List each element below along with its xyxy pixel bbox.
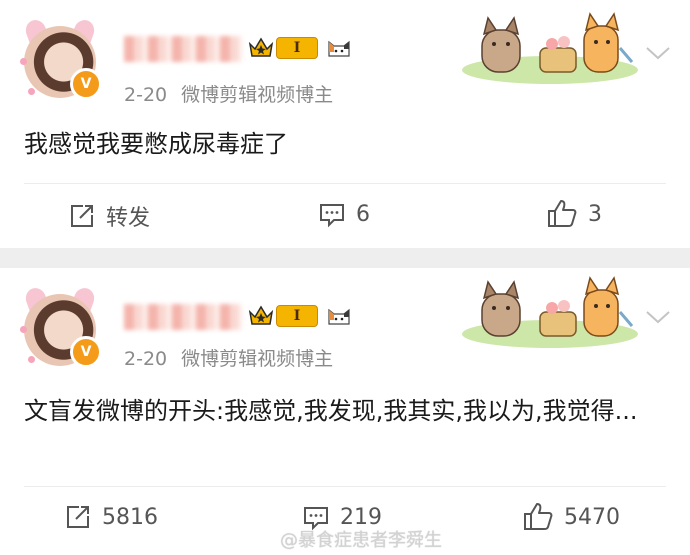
heart-decoration <box>20 326 27 333</box>
level-badge: I <box>276 305 318 327</box>
thumbs-up-icon <box>548 200 577 227</box>
watermark: @暴食症患者李舜生 <box>280 530 442 551</box>
like-count: 3 <box>588 201 602 227</box>
post-meta: 2-20 微博剪辑视频博主 <box>124 344 333 371</box>
post-date: 2-20 <box>124 348 168 370</box>
post-meta: 2-20 微博剪辑视频博主 <box>124 80 333 107</box>
cat-emoji-icon <box>328 40 350 57</box>
like-button[interactable]: 3 <box>546 198 602 230</box>
divider <box>24 486 666 487</box>
repost-icon <box>71 205 93 227</box>
username-blurred[interactable] <box>124 304 242 330</box>
repost-icon <box>67 506 89 528</box>
divider <box>24 183 666 184</box>
post-source[interactable]: 微博剪辑视频博主 <box>181 348 333 370</box>
comment-count: 6 <box>356 201 370 227</box>
verified-badge: V <box>70 336 102 368</box>
level-badge: I <box>276 37 318 59</box>
weibo-post: V I 2-20 微博剪辑视频博主 文盲发微博的开头:我感觉,我发现,我其实,我以… <box>0 268 690 555</box>
avatar[interactable]: V <box>20 282 102 368</box>
post-content: 我感觉我要憋成尿毒症了 <box>24 130 288 158</box>
heart-decoration <box>28 88 35 95</box>
post-content: 文盲发微博的开头:我感觉,我发现,我其实,我以为,我觉得... <box>24 397 638 425</box>
cat-emoji-icon <box>328 308 350 325</box>
post-source[interactable]: 微博剪辑视频博主 <box>181 84 333 106</box>
repost-count: 5816 <box>102 504 158 530</box>
heart-decoration <box>28 356 35 363</box>
avatar[interactable]: V <box>20 14 102 100</box>
chevron-down-icon[interactable] <box>644 45 672 61</box>
heart-decoration <box>20 58 27 65</box>
verified-badge: V <box>70 68 102 100</box>
post-date: 2-20 <box>124 84 168 106</box>
weibo-post: V I 2-20 微博剪辑视频博主 我感觉我要憋成尿毒症了 转发 6 3 <box>0 0 690 248</box>
repost-button[interactable]: 转发 <box>68 200 150 232</box>
cat-card-decoration <box>462 276 638 348</box>
cat-card-decoration <box>462 12 638 84</box>
username-blurred[interactable] <box>124 36 242 62</box>
comment-icon <box>320 204 344 228</box>
repost-label: 转发 <box>106 206 151 231</box>
like-count: 5470 <box>564 504 620 530</box>
repost-button[interactable]: 5816 <box>64 503 158 531</box>
thumbs-up-icon <box>524 503 553 530</box>
crown-icon <box>248 305 274 325</box>
like-button[interactable]: 5470 <box>522 501 620 533</box>
comment-button[interactable]: 6 <box>318 200 370 228</box>
crown-icon <box>248 37 274 57</box>
chevron-down-icon[interactable] <box>644 309 672 325</box>
